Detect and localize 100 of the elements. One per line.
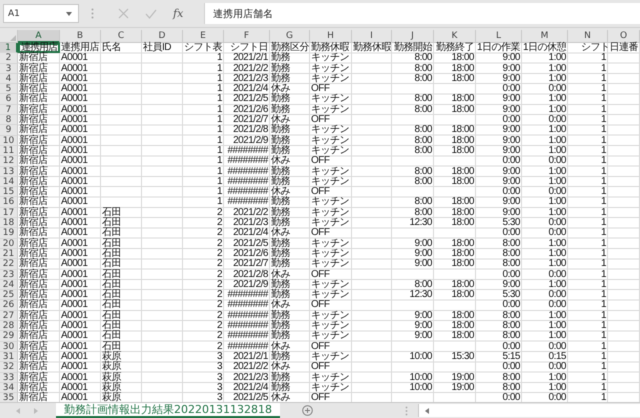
- sheet-tab[interactable]: 勤務計画情報出力結果20220131132818: [56, 403, 280, 418]
- row-header[interactable]: 10: [0, 136, 18, 146]
- column-header[interactable]: N: [568, 30, 608, 43]
- table-cell-text: ########: [226, 156, 270, 167]
- column-header[interactable]: H: [310, 30, 352, 43]
- table-cell-text: 9:00: [502, 166, 521, 177]
- table-cell-text: 勤務: [270, 372, 291, 382]
- table-cell-text: 18:00: [450, 146, 475, 156]
- row-header[interactable]: 7: [0, 104, 18, 116]
- table-cell-text: 1: [600, 280, 607, 290]
- column-header[interactable]: M: [522, 30, 568, 43]
- select-all-icon[interactable]: [10, 35, 16, 41]
- table-cell-text: 18:00: [450, 136, 475, 146]
- table-cell-text: 1: [600, 228, 607, 239]
- row-header[interactable]: 11: [0, 146, 18, 156]
- column-header[interactable]: D: [142, 30, 183, 43]
- row-header[interactable]: 32: [0, 362, 18, 372]
- column-header[interactable]: E: [183, 30, 224, 43]
- row-header[interactable]: 14: [0, 176, 18, 188]
- table-cell-text: 石田: [101, 342, 122, 352]
- scroll-left-icon[interactable]: [425, 408, 429, 414]
- column-header[interactable]: G: [270, 30, 310, 43]
- name-box[interactable]: A1: [3, 4, 79, 23]
- table-cell-text: 8:00: [414, 94, 433, 105]
- column-header[interactable]: F: [224, 30, 270, 43]
- table-cell-text: 8:00: [502, 321, 521, 332]
- table-cell-text: 1日の作業: [476, 43, 522, 53]
- table-cell-text: 新宿店: [18, 166, 49, 177]
- table-cell-text: 1: [600, 74, 607, 84]
- row-header[interactable]: 30: [0, 342, 18, 352]
- row-header[interactable]: 13: [0, 166, 18, 177]
- table-cell-text: A0001: [60, 393, 88, 402]
- row-header[interactable]: 4: [0, 74, 18, 84]
- table-cell-text: 氏名: [101, 43, 122, 54]
- column-header[interactable]: L: [476, 30, 522, 43]
- table-cell-text: 0:00: [548, 84, 567, 94]
- horizontal-scrollbar[interactable]: [418, 404, 640, 417]
- row-header[interactable]: 2: [0, 53, 18, 64]
- column-header[interactable]: I: [352, 30, 392, 43]
- row-header[interactable]: 9: [0, 125, 18, 136]
- column-header[interactable]: B: [60, 30, 101, 43]
- table-cell-text: 2021/2/3: [232, 372, 269, 382]
- row-header[interactable]: 35: [0, 393, 18, 402]
- row-header[interactable]: 23: [0, 270, 18, 280]
- table-cell-text: 2021/2/2: [232, 208, 269, 218]
- table-cell-text: A0001: [60, 218, 88, 228]
- table-cell-text: 1: [600, 187, 607, 198]
- row-header[interactable]: 18: [0, 218, 18, 228]
- column-header[interactable]: O: [608, 30, 640, 43]
- column-header[interactable]: C: [101, 30, 142, 43]
- column-header[interactable]: J: [392, 30, 434, 43]
- table-cell-text: 12:30: [408, 290, 433, 300]
- check-icon[interactable]: [145, 8, 157, 18]
- table-cell-text: 1:00: [548, 372, 567, 383]
- row-header[interactable]: 8: [0, 115, 18, 126]
- table-cell-text: キッチン: [310, 94, 350, 104]
- table-cell-text: 18:00: [450, 208, 475, 218]
- table-cell-text: 勤務: [270, 290, 291, 300]
- row-header[interactable]: 22: [0, 259, 18, 270]
- row-header[interactable]: 5: [0, 84, 18, 94]
- table-cell-text: 2021/2/2: [232, 362, 269, 372]
- table-cell-text: OFF: [310, 156, 330, 166]
- table-cell-text: 9:00: [502, 136, 521, 146]
- cancel-icon[interactable]: [118, 8, 129, 19]
- row-header[interactable]: 29: [0, 331, 18, 342]
- column-header[interactable]: A: [18, 30, 60, 43]
- row-header[interactable]: 31: [0, 352, 18, 362]
- row-header[interactable]: 25: [0, 290, 18, 300]
- row-header[interactable]: 20: [0, 238, 18, 249]
- row-header[interactable]: 16: [0, 197, 18, 208]
- table-cell-text: ########: [226, 310, 270, 321]
- row-header[interactable]: 3: [0, 64, 18, 74]
- row-header[interactable]: 6: [0, 94, 18, 105]
- row-header[interactable]: 21: [0, 248, 18, 260]
- row-header[interactable]: 17: [0, 208, 18, 218]
- row-header[interactable]: 15: [0, 187, 18, 198]
- table-cell-text: 萩原: [101, 382, 122, 393]
- table-cell-text: 2: [216, 280, 223, 290]
- formula-field[interactable]: 連携用店舗名: [204, 3, 640, 24]
- row-header[interactable]: 34: [0, 382, 18, 394]
- table-cell-text: 1:00: [548, 321, 567, 332]
- row-header[interactable]: 26: [0, 300, 18, 311]
- scroll-right-icon[interactable]: [34, 408, 38, 414]
- row-header[interactable]: 19: [0, 228, 18, 239]
- table-cell-text: ########: [226, 342, 270, 352]
- row-header[interactable]: 1: [0, 43, 18, 54]
- column-header[interactable]: K: [434, 30, 476, 43]
- row-header[interactable]: 27: [0, 310, 18, 322]
- table-cell-text: 1: [600, 382, 607, 393]
- insert-function-button[interactable]: fx: [173, 7, 184, 20]
- row-header[interactable]: 12: [0, 156, 18, 167]
- table-cell-text: 1: [216, 74, 223, 84]
- table-cell-text: 1:00: [548, 248, 567, 259]
- table-cell-text: キッチン: [310, 248, 350, 259]
- table-cell-text: 10:00: [408, 382, 433, 394]
- table-cell-text: 新宿店: [18, 352, 49, 362]
- row-header[interactable]: 24: [0, 280, 18, 290]
- row-header[interactable]: 28: [0, 321, 18, 332]
- row-header[interactable]: 33: [0, 372, 18, 383]
- add-sheet-icon[interactable]: [302, 405, 313, 416]
